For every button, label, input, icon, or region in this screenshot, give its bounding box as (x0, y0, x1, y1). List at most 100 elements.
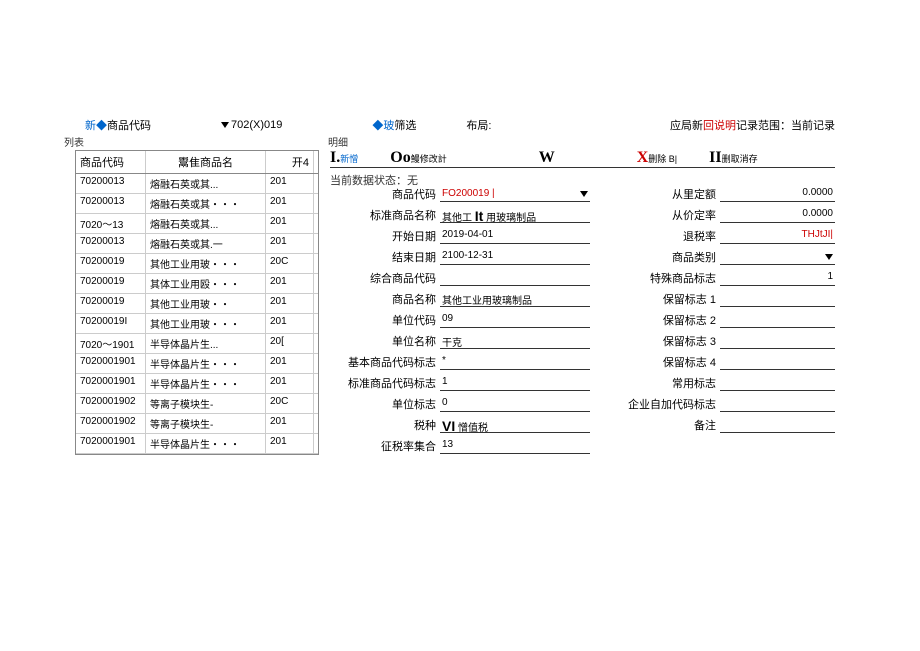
refresh-red: 回说明 (703, 120, 736, 132)
form-field[interactable]: 0.0000 (720, 207, 835, 223)
form-field[interactable]: 其他工业用玻璃制品 (440, 291, 590, 307)
code-dropdown[interactable]: 702(X)019 (221, 119, 282, 131)
td-open: 20C (266, 394, 314, 413)
filter-link[interactable]: ◆玻筛选 (372, 117, 416, 133)
form-field[interactable] (720, 354, 835, 370)
tb-new[interactable]: I. 新憎 (330, 149, 358, 167)
table-row[interactable]: 7020～13熔融石英或其...201 (76, 214, 318, 234)
refresh-link[interactable]: 应局新回说明记录范围：当前记录 (670, 117, 835, 133)
form-field[interactable]: 09 (440, 312, 590, 328)
td-code: 7020～13 (76, 214, 146, 233)
form-field[interactable] (720, 249, 835, 265)
td-code: 7020001901 (76, 354, 146, 373)
table-row[interactable]: 70200013熔融石英或其.一201 (76, 234, 318, 254)
table-row[interactable]: 70200013熔融石英或其...201 (76, 174, 318, 194)
tb-edit-big: Oo (390, 149, 410, 167)
form-field[interactable]: 0.0000 (720, 186, 835, 202)
table-row[interactable]: 7020001902等离子模块生-201 (76, 414, 318, 434)
td-name: 半导体晶片生・・・ (146, 374, 266, 393)
th-name[interactable]: 鬻隹商品名 (146, 151, 266, 173)
table-row[interactable]: 7020001901半导体晶片生・・・201 (76, 434, 318, 454)
table-row[interactable]: 7020001901半导体晶片生・・・201 (76, 354, 318, 374)
form-row: 单位名称干克保留标志 3 (330, 332, 835, 350)
td-code: 7020001901 (76, 434, 146, 453)
tb-edit[interactable]: Oo 鰻修改計 (390, 149, 446, 167)
form-label: 结束日期 (330, 249, 440, 265)
form-row: 征税率集合13 (330, 437, 835, 455)
td-open: 201 (266, 274, 314, 293)
table-header: 商品代码 鬻隹商品名 开4 (76, 151, 318, 174)
form-field[interactable] (720, 312, 835, 328)
td-name: 熔融石英或其.一 (146, 234, 266, 253)
td-code: 70200013 (76, 174, 146, 193)
td-open: 201 (266, 314, 314, 333)
table-row[interactable]: 70200019其他工业用玻・・201 (76, 294, 318, 314)
td-name: 半导体晶片生・・・ (146, 354, 266, 373)
form-field[interactable] (720, 333, 835, 349)
form-field[interactable] (720, 291, 835, 307)
form-field[interactable]: 13 (440, 438, 590, 454)
form-field[interactable]: 1 (720, 270, 835, 286)
form-row: 结束日期2100-12-31商品类别 (330, 248, 835, 266)
table-row[interactable]: 70200019其体工业用殴・・・201 (76, 274, 318, 294)
refresh-suffix: 记录范围：当前记录 (736, 120, 835, 132)
form-field[interactable]: 干克 (440, 333, 590, 349)
td-open: 201 (266, 414, 314, 433)
tb-cancel-big: II (709, 149, 721, 167)
tb-delete[interactable]: X 删除 B| (637, 149, 677, 167)
td-open: 201 (266, 354, 314, 373)
form-field[interactable]: 1 (440, 375, 590, 391)
tb-w-big: W (539, 149, 555, 167)
form-label: 保留标志 4 (620, 354, 720, 370)
form-row: 基本商品代码标志* 保留标志 4 (330, 353, 835, 371)
table-row[interactable]: 7020001901半导体晶片生・・・201 (76, 374, 318, 394)
td-code: 7020001902 (76, 394, 146, 413)
form-label: 标准商品代码标志 (330, 375, 440, 391)
form-field[interactable]: VI 憎值税 (440, 417, 590, 433)
th-open[interactable]: 开4 (266, 151, 314, 173)
form-field[interactable]: THJtJI| (720, 228, 835, 244)
td-code: 7020001902 (76, 414, 146, 433)
table-row[interactable]: 7020001902等离子模块生-20C (76, 394, 318, 414)
chevron-down-icon (221, 122, 229, 128)
form-field[interactable] (720, 375, 835, 391)
form-field[interactable]: 2100-12-31 (440, 249, 590, 265)
form-field[interactable]: 2019-04-01 (440, 228, 590, 244)
form-label: 保留标志 2 (620, 312, 720, 328)
new-label: 商品代码 (107, 120, 151, 132)
tb-w[interactable]: W (539, 149, 555, 167)
td-open: 20[ (266, 334, 314, 353)
table-row[interactable]: 70200019其他工业用玻・・・20C (76, 254, 318, 274)
tb-cancel[interactable]: II 删取消存 (709, 149, 757, 167)
form-label: 开始日期 (330, 228, 440, 244)
td-name: 等离子模块生- (146, 414, 266, 433)
form-field[interactable] (720, 396, 835, 412)
th-code[interactable]: 商品代码 (76, 151, 146, 173)
td-code: 70200019I (76, 314, 146, 333)
td-name: 其他工业用玻・・ (146, 294, 266, 313)
td-open: 201 (266, 234, 314, 253)
td-open: 201 (266, 174, 314, 193)
form-field[interactable]: 0 (440, 396, 590, 412)
td-name: 等离子模块生- (146, 394, 266, 413)
new-code-link[interactable]: 新◆商品代码 (85, 117, 151, 133)
table-row[interactable]: 7020～1901半导体晶片生...20[ (76, 334, 318, 354)
form-field[interactable]: FO200019 | (440, 186, 590, 202)
new-prefix: 新 (85, 120, 96, 132)
form-field[interactable] (720, 417, 835, 433)
form-field[interactable]: * (440, 354, 590, 370)
form-field[interactable] (440, 270, 590, 286)
td-code: 70200019 (76, 254, 146, 273)
form-label: 单位名称 (330, 333, 440, 349)
form-field[interactable]: 其他工 It 用玻璃制品 (440, 207, 590, 223)
table-row[interactable]: A70200019I其他工业用玻・・・201 (76, 314, 318, 334)
form-row: 开始日期2019-04-01 退税率THJtJI| (330, 227, 835, 245)
form-label: 基本商品代码标志 (330, 354, 440, 370)
form-label: 商品代码 (330, 186, 440, 202)
td-code: 70200019 (76, 274, 146, 293)
form-label: 退税率 (620, 228, 720, 244)
table-row[interactable]: 70200013熔融石英或其・・・201 (76, 194, 318, 214)
form-row: 商品代码FO200019 |从里定额0.0000 (330, 185, 835, 203)
chevron-down-icon (825, 254, 833, 260)
tb-new-text: 新憎 (340, 152, 358, 165)
